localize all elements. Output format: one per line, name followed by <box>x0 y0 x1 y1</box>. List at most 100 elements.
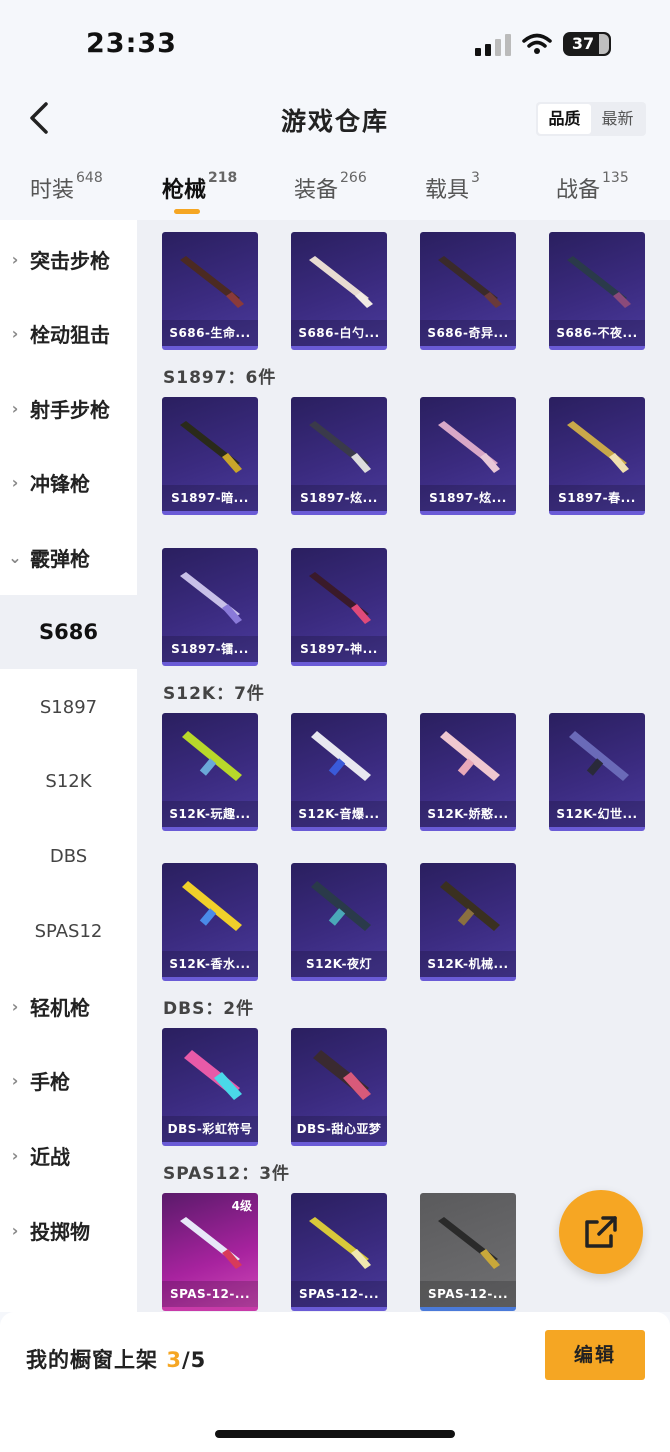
battery-icon: 37 <box>563 32 611 56</box>
item-name: SPAS-12-... <box>162 1281 258 1307</box>
item-card[interactable]: DBS-甜心亚梦 <box>291 1028 387 1146</box>
item-name: SPAS-12-... <box>291 1281 387 1307</box>
chevron-down-icon: ⌄ <box>8 547 22 567</box>
section-title-s1897: S1897：6件 <box>163 368 277 388</box>
item-name: S686-奇异... <box>420 320 516 346</box>
item-card[interactable]: S686-奇异... <box>420 232 516 350</box>
sidebar-item-pistol[interactable]: › 手枪 <box>0 1043 137 1117</box>
status-time: 23:33 <box>86 28 177 59</box>
sort-toggle[interactable]: 品质 最新 <box>536 102 646 136</box>
tab-fashion[interactable]: 时装 648 <box>30 170 103 204</box>
rifle-icon <box>182 881 242 931</box>
shotgun-icon <box>567 421 629 473</box>
sidebar-subitem-dbs[interactable]: DBS <box>0 819 137 893</box>
sidebar-item-dmr[interactable]: › 射手步枪 <box>0 371 137 445</box>
item-card[interactable]: S686-白勺... <box>291 232 387 350</box>
shotgun-icon <box>438 421 500 473</box>
tab-equipment[interactable]: 装备 266 <box>294 170 367 204</box>
item-name: S1897-神... <box>291 636 387 662</box>
chevron-right-icon: › <box>11 996 19 1016</box>
item-name: S686-白勺... <box>291 320 387 346</box>
item-name: S1897-炫... <box>291 485 387 511</box>
chevron-right-icon: › <box>11 323 19 343</box>
item-name: S12K-夜灯 <box>291 951 387 977</box>
rifle-icon <box>440 731 500 781</box>
rifle-icon <box>311 731 371 781</box>
item-card[interactable]: S1897-炫... <box>420 397 516 515</box>
sidebar-item-lmg[interactable]: › 轻机枪 <box>0 969 137 1043</box>
edit-button[interactable]: 编辑 <box>545 1330 645 1380</box>
shotgun-icon <box>438 1217 500 1269</box>
sidebar-item-shotgun[interactable]: ⌄ 霰弹枪 <box>0 520 137 594</box>
rifle-icon <box>569 731 629 781</box>
chevron-right-icon: › <box>11 1070 19 1090</box>
item-name: SPAS-12-... <box>420 1281 516 1307</box>
item-card[interactable]: S12K-娇憨... <box>420 713 516 831</box>
item-card[interactable]: S12K-幻世... <box>549 713 645 831</box>
category-tabs: 时装 648 枪械 218 装备 266 载具 3 战备 135 <box>0 162 670 218</box>
item-name: S1897-镭... <box>162 636 258 662</box>
item-card[interactable]: S12K-香水... <box>162 863 258 981</box>
item-card[interactable]: SPAS-12-... <box>291 1193 387 1311</box>
item-name: S686-不夜... <box>549 320 645 346</box>
item-card[interactable]: S12K-机械... <box>420 863 516 981</box>
sidebar-subitem-s1897[interactable]: S1897 <box>0 670 137 744</box>
shotgun-icon <box>313 1050 371 1100</box>
rifle-icon <box>182 731 242 781</box>
item-card[interactable]: S12K-音爆... <box>291 713 387 831</box>
shotgun-icon <box>438 256 502 308</box>
tab-vehicles[interactable]: 载具 3 <box>425 170 480 204</box>
sidebar-subitem-s686[interactable]: S686 <box>0 595 137 669</box>
chevron-right-icon: › <box>11 1145 19 1165</box>
sidebar-subitem-s12k[interactable]: S12K <box>0 744 137 818</box>
sidebar: › 突击步枪 › 栓动狙击 › 射手步枪 › 冲锋枪 ⌄ 霰弹枪 S686 S1897 S… <box>0 220 137 1312</box>
sort-latest[interactable]: 最新 <box>591 104 644 134</box>
item-card[interactable]: S686-生命... <box>162 232 258 350</box>
share-external-icon <box>585 1216 617 1248</box>
tab-guns[interactable]: 枪械 218 <box>162 170 237 204</box>
item-name: S12K-玩趣... <box>162 801 258 827</box>
item-card[interactable]: S1897-镭... <box>162 548 258 666</box>
item-name: DBS-彩虹符号 <box>162 1116 258 1142</box>
showcase-current: 3 <box>166 1348 182 1372</box>
battery-level: 37 <box>571 34 595 53</box>
chevron-right-icon: › <box>11 249 19 269</box>
sidebar-item-throwable[interactable]: › 投掷物 <box>0 1193 137 1267</box>
item-card[interactable]: 4级 SPAS-12-... <box>162 1193 258 1311</box>
item-name: S12K-娇憨... <box>420 801 516 827</box>
sidebar-subitem-spas12[interactable]: SPAS12 <box>0 894 137 968</box>
chevron-right-icon: › <box>11 398 19 418</box>
item-card[interactable]: S1897-暗... <box>162 397 258 515</box>
item-name: S1897-炫... <box>420 485 516 511</box>
sidebar-item-smg[interactable]: › 冲锋枪 <box>0 445 137 519</box>
shotgun-icon <box>309 572 371 624</box>
item-name: S12K-机械... <box>420 951 516 977</box>
item-card[interactable]: S1897-神... <box>291 548 387 666</box>
item-name: S12K-幻世... <box>549 801 645 827</box>
item-card[interactable]: S1897-炫... <box>291 397 387 515</box>
sidebar-item-bolt-sniper[interactable]: › 栓动狙击 <box>0 296 137 370</box>
shotgun-icon <box>180 1217 242 1269</box>
item-card[interactable]: DBS-彩虹符号 <box>162 1028 258 1146</box>
chevron-right-icon: › <box>11 1220 19 1240</box>
item-grid: S686-生命... S686-白勺... S686-奇异... S686-不夜… <box>137 220 670 1312</box>
shotgun-icon <box>309 421 371 473</box>
shotgun-icon <box>309 1217 371 1269</box>
sort-quality[interactable]: 品质 <box>538 104 591 134</box>
chevron-right-icon: › <box>11 472 19 492</box>
wifi-icon <box>522 33 552 54</box>
sidebar-item-melee[interactable]: › 近战 <box>0 1118 137 1192</box>
item-card[interactable]: S12K-夜灯 <box>291 863 387 981</box>
status-bar: 23:33 37 <box>0 0 670 90</box>
share-button[interactable] <box>559 1190 643 1274</box>
item-card[interactable]: SPAS-12-... <box>420 1193 516 1311</box>
item-card[interactable]: S686-不夜... <box>549 232 645 350</box>
shotgun-icon <box>180 256 244 308</box>
item-card[interactable]: S12K-玩趣... <box>162 713 258 831</box>
shotgun-icon <box>180 572 242 624</box>
home-indicator[interactable] <box>215 1430 455 1438</box>
item-card[interactable]: S1897-春... <box>549 397 645 515</box>
tab-supplies[interactable]: 战备 135 <box>556 170 629 204</box>
section-title-dbs: DBS：2件 <box>163 999 255 1019</box>
sidebar-item-assault-rifle[interactable]: › 突击步枪 <box>0 222 137 296</box>
